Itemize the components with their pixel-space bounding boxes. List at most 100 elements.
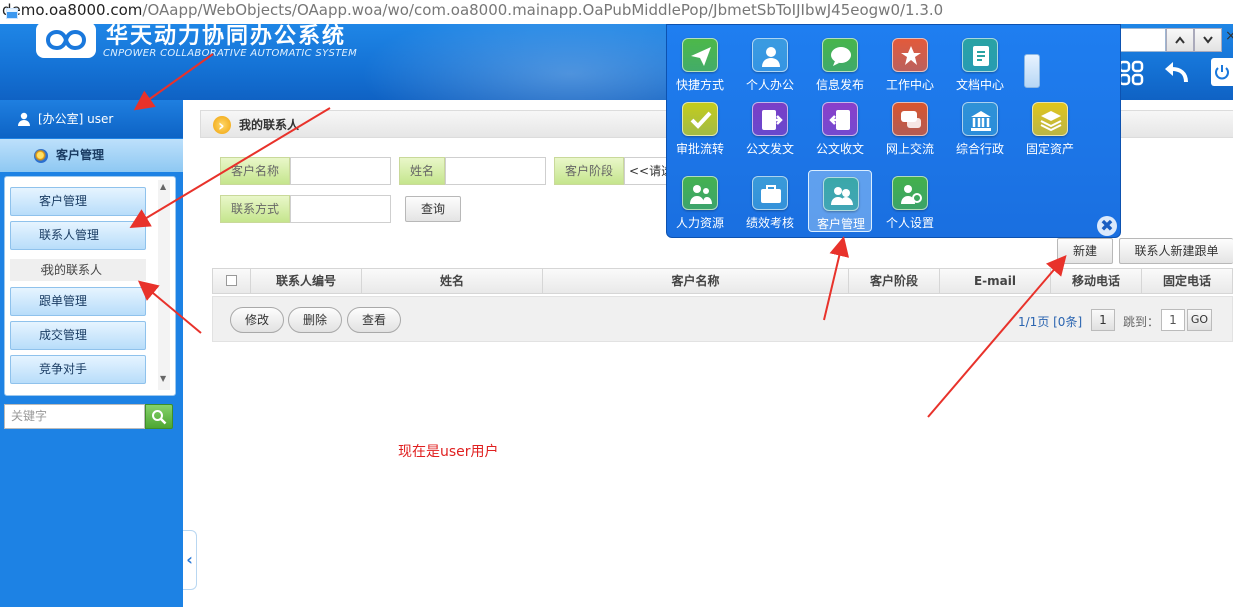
brand-title: 华天动力协同办公系统: [106, 24, 347, 49]
column-header[interactable]: 客户阶段: [849, 269, 940, 293]
scroll-up-button[interactable]: [1166, 28, 1194, 52]
column-header[interactable]: 姓名: [362, 269, 543, 293]
brand-subtitle: CNPOWER COLLABORATIVE AUTOMATIC SYSTEM: [103, 48, 358, 59]
url-domain: demo.oa8000.com: [2, 1, 143, 19]
scroll-down-arrow-icon[interactable]: ▼: [160, 374, 166, 383]
search-icon: [152, 410, 167, 425]
column-header[interactable]: 移动电话: [1051, 269, 1142, 293]
back-icon[interactable]: [1160, 60, 1192, 90]
people-icon: [682, 176, 718, 210]
launcher-item-label: 绩效考核: [745, 216, 794, 230]
layers-icon: [1032, 102, 1068, 136]
launcher-item[interactable]: 综合行政: [948, 96, 1012, 158]
keyword-search-button[interactable]: [145, 404, 173, 429]
delete-button[interactable]: 删除: [288, 307, 342, 333]
launcher-item[interactable]: 个人设置: [878, 170, 942, 232]
new-button[interactable]: 新建: [1057, 238, 1113, 264]
edit-button[interactable]: 修改: [230, 307, 284, 333]
launcher-item[interactable]: 文档中心: [948, 32, 1012, 94]
page-title: 我的联系人: [239, 118, 300, 132]
module-header[interactable]: 客户管理: [0, 139, 183, 172]
column-header[interactable]: E-mail: [940, 269, 1051, 293]
sidebar-item-label: 我的联系人: [42, 263, 103, 277]
chevron-down-icon: [1203, 36, 1213, 44]
sidebar-item-competitors[interactable]: 竞争对手: [10, 355, 146, 384]
launcher-item[interactable]: 工作中心: [878, 32, 942, 94]
building-icon: [962, 102, 998, 136]
launcher-item-label: 客户管理: [816, 217, 865, 231]
scroll-down-button[interactable]: [1194, 28, 1222, 52]
launcher-item[interactable]: 快捷方式: [668, 32, 732, 94]
launcher-item[interactable]: 信息发布: [808, 32, 872, 94]
title-arrow-icon: [213, 112, 231, 140]
column-header[interactable]: 联系人编号: [251, 269, 362, 293]
view-button[interactable]: 查看: [347, 307, 401, 333]
contact-method-label: 联系方式: [220, 195, 290, 223]
launcher-item-label: 人力资源: [675, 216, 724, 230]
launcher-item-label: 综合行政: [955, 142, 1004, 156]
launcher-item-label: 公文收文: [815, 142, 864, 156]
chat-bubble-icon: [822, 38, 858, 72]
table-header: 联系人编号 姓名 客户名称 客户阶段 E-mail 移动电话 固定电话: [212, 268, 1233, 294]
launcher-item-label: 网上交流: [885, 142, 934, 156]
document-icon: [962, 38, 998, 72]
sidebar-scrollbar[interactable]: [158, 180, 170, 390]
launcher-item-label: 信息发布: [815, 78, 864, 92]
paper-plane-icon: [682, 38, 718, 72]
launcher-item[interactable]: 客户管理: [808, 170, 872, 232]
sidebar-item-followups[interactable]: 跟单管理: [10, 287, 146, 316]
pager-info: 1/1页 [0条]: [1018, 315, 1083, 329]
launcher-item[interactable]: 绩效考核: [738, 170, 802, 232]
launcher-item[interactable]: 人力资源: [668, 170, 732, 232]
briefcase-icon: [752, 176, 788, 210]
popup-scroll-handle[interactable]: [1024, 54, 1040, 88]
module-label: 客户管理: [56, 148, 105, 162]
launcher-item-label: 公文发文: [745, 142, 794, 156]
page-number-button[interactable]: 1: [1091, 309, 1115, 331]
star-icon: [892, 38, 928, 72]
name-field[interactable]: [445, 157, 546, 185]
launcher-item[interactable]: 固定资产: [1018, 96, 1082, 158]
receive-doc-icon: [822, 102, 858, 136]
sidebar-item-label: 竞争对手: [39, 362, 88, 376]
launcher-item[interactable]: 公文发文: [738, 96, 802, 158]
sidebar-item-label: 客户管理: [39, 194, 88, 208]
contact-method-field[interactable]: [290, 195, 391, 223]
launcher-item[interactable]: 审批流转: [668, 96, 732, 158]
sidebar-item-deals[interactable]: 成交管理: [10, 321, 146, 350]
launcher-item[interactable]: 网上交流: [878, 96, 942, 158]
customer-name-field[interactable]: [290, 157, 391, 185]
power-icon[interactable]: [1211, 58, 1233, 86]
column-header[interactable]: 固定电话: [1142, 269, 1232, 293]
close-icon[interactable]: ✖: [1097, 216, 1117, 236]
url-path: /OAapp/WebObjects/OAapp.woa/wo/com.oa800…: [142, 1, 944, 19]
launcher-item-label: 个人办公: [745, 78, 794, 92]
go-button[interactable]: GO: [1187, 309, 1212, 331]
scroll-up-arrow-icon[interactable]: ▲: [160, 182, 166, 191]
launcher-item[interactable]: 公文收文: [808, 96, 872, 158]
keyword-search-input[interactable]: 关键字: [4, 404, 145, 429]
launcher-item[interactable]: 个人办公: [738, 32, 802, 94]
sidebar-subitem-my-contacts[interactable]: › 我的联系人: [10, 259, 146, 281]
chevron-up-icon: [1175, 36, 1185, 44]
close-icon[interactable]: ×: [1225, 28, 1233, 44]
window-icon: [6, 8, 18, 19]
sidebar-item-contacts[interactable]: 联系人管理: [10, 221, 146, 250]
send-doc-icon: [752, 102, 788, 136]
annotation-note: 现在是user用户: [398, 444, 499, 460]
sidebar-item-customers[interactable]: 客户管理: [10, 187, 146, 216]
new-followup-button[interactable]: 联系人新建跟单: [1119, 238, 1233, 264]
user-label: [办公室] user: [38, 112, 114, 126]
collapse-sidebar-button[interactable]: ‹: [183, 530, 197, 590]
column-header[interactable]: 客户名称: [543, 269, 849, 293]
select-all-checkbox[interactable]: [213, 269, 251, 293]
user-icon: [18, 112, 30, 126]
query-button[interactable]: 查询: [405, 196, 461, 222]
module-icon: [34, 149, 48, 163]
sidebar-menu: 客户管理 联系人管理 › 我的联系人 跟单管理 成交管理 竞争对手: [4, 176, 176, 396]
launcher-item-label: 工作中心: [885, 78, 934, 92]
name-label: 姓名: [399, 157, 445, 185]
person-icon: [752, 38, 788, 72]
launcher-item-label: 个人设置: [885, 216, 934, 230]
jump-page-input[interactable]: 1: [1161, 309, 1185, 331]
